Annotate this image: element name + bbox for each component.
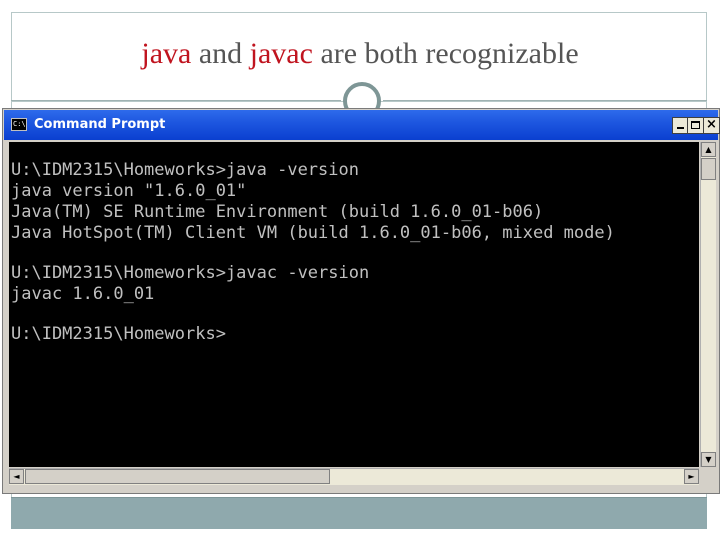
minimize-icon xyxy=(677,127,684,129)
console-line: java version "1.6.0_01" xyxy=(11,181,247,201)
console-line: Java(TM) SE Runtime Environment (build 1… xyxy=(11,202,544,222)
window-title: Command Prompt xyxy=(34,117,166,132)
scroll-right-button[interactable]: ► xyxy=(684,469,699,484)
title-text-rest: are both recognizable xyxy=(312,37,579,70)
scroll-up-button[interactable]: ▲ xyxy=(701,142,716,157)
window-titlebar[interactable]: C:\ Command Prompt × xyxy=(4,110,720,140)
title-keyword-javac: javac xyxy=(249,37,313,70)
scroll-down-button[interactable]: ▼ xyxy=(701,452,716,467)
title-keyword-java: java xyxy=(141,37,192,70)
arrow-left-icon: ◄ xyxy=(13,472,20,481)
vertical-scrollbar[interactable]: ▲ ▼ xyxy=(700,142,716,467)
console-line: U:\IDM2315\Homeworks>java -version xyxy=(11,160,359,180)
command-prompt-icon[interactable]: C:\ xyxy=(11,118,27,131)
title-text-and: and xyxy=(191,37,250,70)
console-line: Java HotSpot(TM) Client VM (build 1.6.0_… xyxy=(11,223,615,243)
arrow-right-icon: ► xyxy=(688,472,695,481)
divider-line-left xyxy=(11,100,341,101)
console-output[interactable]: U:\IDM2315\Homeworks>java -version java … xyxy=(9,142,699,467)
divider-line-right xyxy=(383,100,707,101)
bottom-band xyxy=(11,497,707,529)
close-button[interactable]: × xyxy=(703,117,720,134)
console-line: U:\IDM2315\Homeworks>javac -version xyxy=(11,263,370,283)
size-grip[interactable] xyxy=(700,468,716,485)
console-line: javac 1.6.0_01 xyxy=(11,284,155,304)
slide-title: java and javac are both recognizable xyxy=(0,37,720,71)
console-prompt-line: U:\IDM2315\Homeworks> xyxy=(11,324,226,344)
scroll-left-button[interactable]: ◄ xyxy=(9,469,24,484)
command-prompt-window: C:\ Command Prompt × U:\IDM2315\Homework… xyxy=(2,108,720,494)
maximize-icon xyxy=(691,121,700,129)
horizontal-scroll-thumb[interactable] xyxy=(25,469,330,484)
horizontal-scrollbar[interactable]: ◄ ► xyxy=(9,468,699,485)
arrow-up-icon: ▲ xyxy=(705,145,712,154)
close-icon: × xyxy=(706,117,717,132)
vertical-scroll-thumb[interactable] xyxy=(701,158,716,180)
arrow-down-icon: ▼ xyxy=(705,455,712,464)
maximize-button[interactable] xyxy=(687,117,704,134)
